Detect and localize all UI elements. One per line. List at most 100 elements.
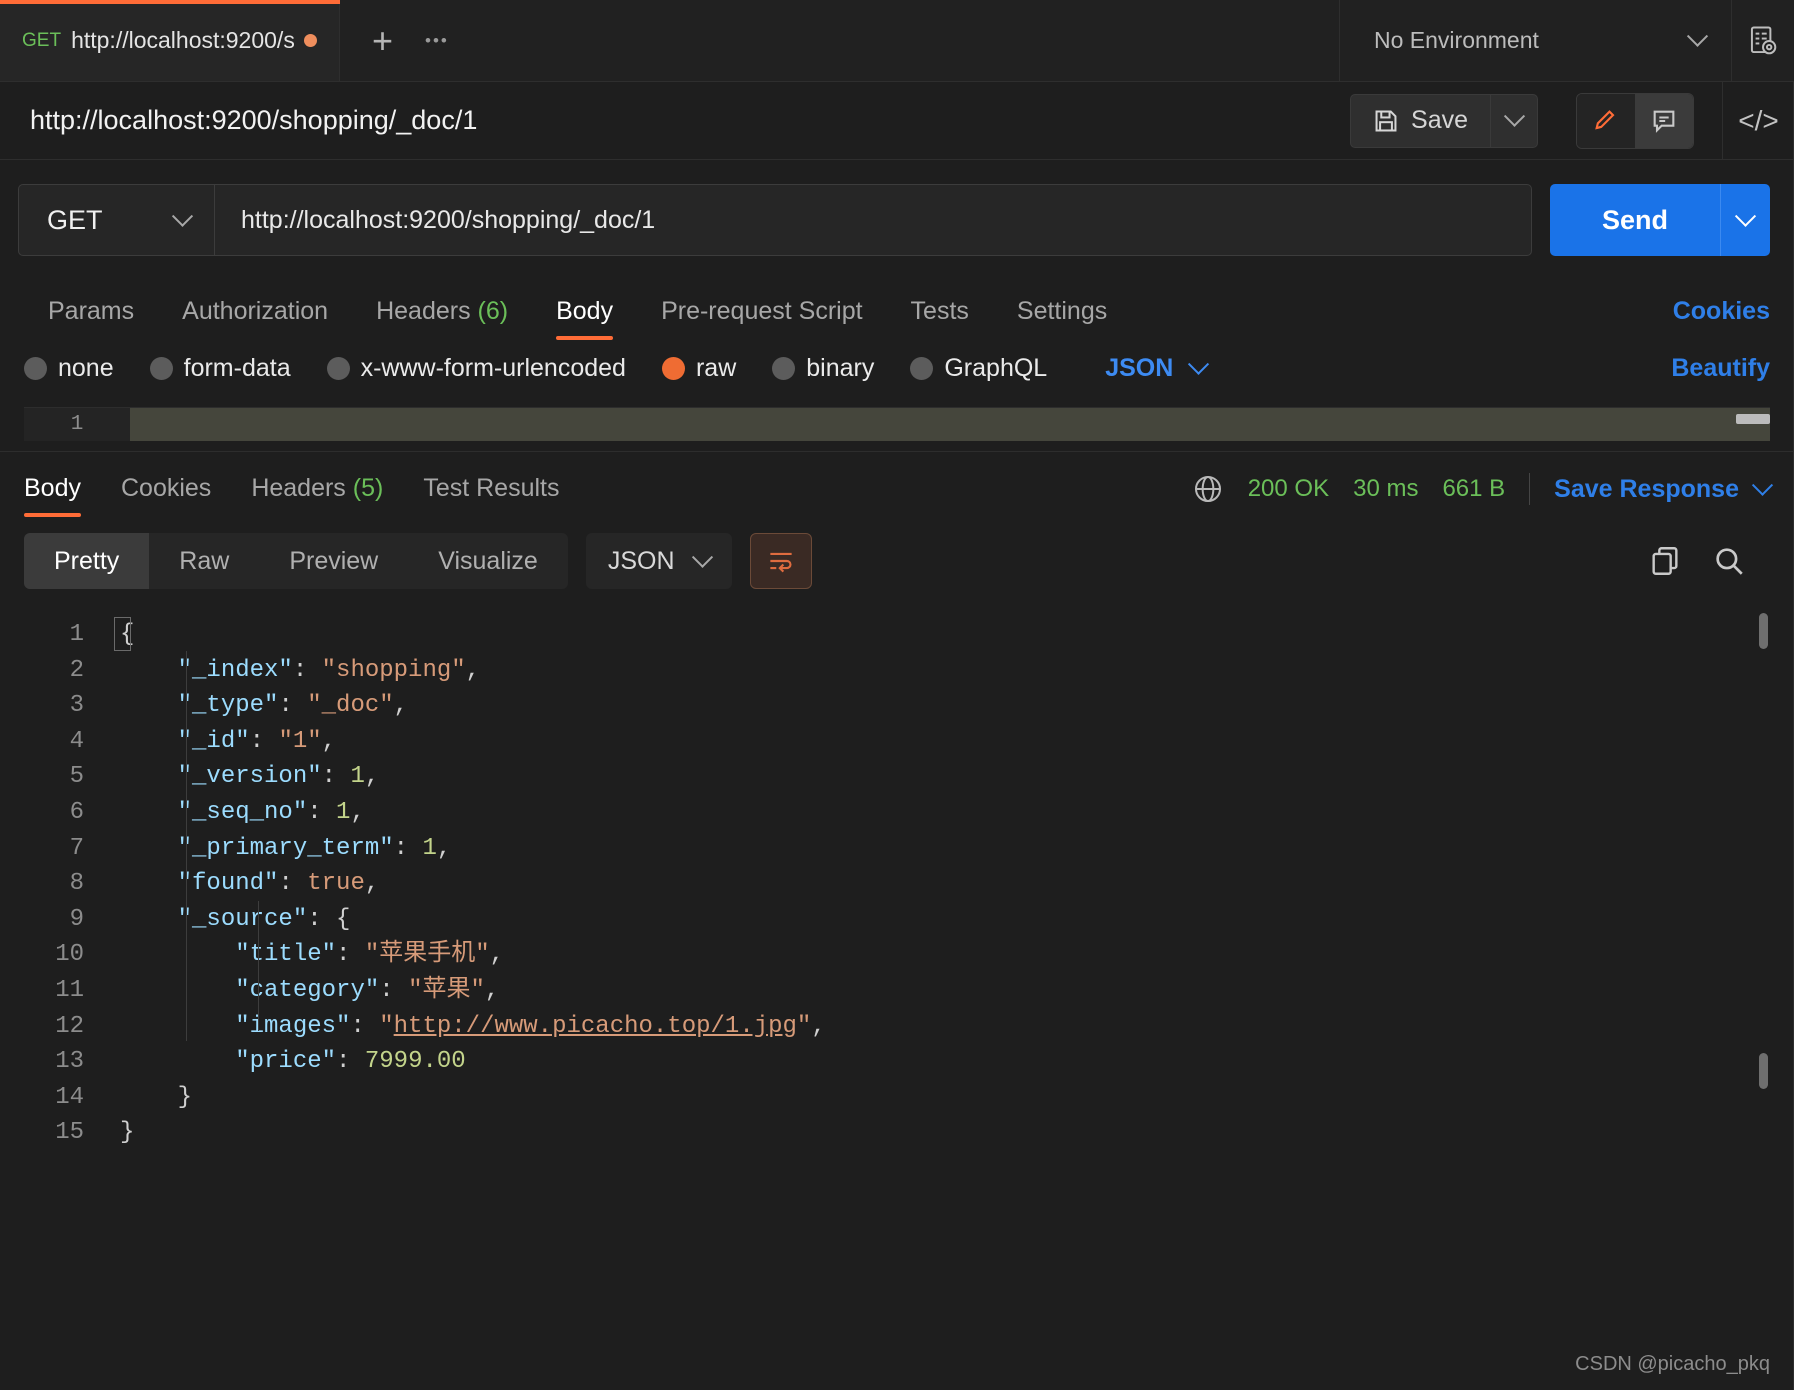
json-value: :	[336, 1048, 365, 1075]
body-type-form-data[interactable]: form-data	[150, 354, 291, 383]
response-tab-cookies[interactable]: Cookies	[101, 474, 231, 517]
json-link[interactable]: http://www.picacho.top/1.jpg	[394, 1013, 797, 1040]
indent-guide	[258, 901, 259, 1031]
json-value: :	[307, 799, 336, 826]
save-response-button[interactable]: Save Response	[1554, 475, 1770, 504]
code-indent	[120, 870, 178, 897]
tab-label: Pre-request Script	[661, 297, 862, 325]
code-fold-marker[interactable]	[114, 617, 131, 651]
url-bar: GET http://localhost:9200/shopping/_doc/…	[0, 160, 1794, 278]
line-number: 10	[0, 937, 84, 973]
json-key: "_source"	[178, 906, 308, 933]
code-line: "_id": "1",	[120, 724, 1794, 760]
json-value: "苹果手机"	[365, 941, 490, 968]
response-format-select[interactable]: JSON	[586, 533, 732, 589]
code-line: }	[120, 1115, 1794, 1151]
beautify-button[interactable]: Beautify	[1671, 354, 1770, 383]
request-body-editor[interactable]: 1	[24, 407, 1770, 441]
vertical-scrollbar-top[interactable]	[1759, 613, 1768, 649]
editor-horizontal-scrollbar[interactable]	[130, 408, 1770, 441]
status-code: 200 OK	[1248, 475, 1329, 503]
url-input[interactable]: http://localhost:9200/shopping/_doc/1	[214, 184, 1532, 256]
request-tab-method: GET	[22, 30, 61, 52]
http-method-select[interactable]: GET	[18, 184, 214, 256]
request-title-bar: http://localhost:9200/shopping/_doc/1 Sa…	[0, 82, 1794, 160]
body-type-none[interactable]: none	[24, 354, 114, 383]
tab-authorization[interactable]: Authorization	[158, 297, 352, 340]
view-raw[interactable]: Raw	[149, 533, 259, 589]
code-line: "found": true,	[120, 866, 1794, 902]
vertical-scrollbar-bottom[interactable]	[1759, 1053, 1768, 1089]
tab-body[interactable]: Body	[532, 297, 637, 340]
environment-label: No Environment	[1374, 27, 1539, 54]
environment-quick-look-button[interactable]	[1732, 0, 1794, 81]
json-key: "_id"	[178, 728, 250, 755]
response-tab-body[interactable]: Body	[24, 474, 101, 517]
tab-params[interactable]: Params	[24, 297, 158, 340]
body-format-select[interactable]: JSON	[1105, 354, 1206, 383]
json-key: "_version"	[178, 763, 322, 790]
json-value: :	[322, 763, 351, 790]
json-key: "price"	[235, 1048, 336, 1075]
edit-request-button[interactable]	[1577, 94, 1635, 148]
body-type-urlencoded[interactable]: x-www-form-urlencoded	[327, 354, 626, 383]
code-indent	[120, 941, 235, 968]
radio-icon	[910, 357, 933, 380]
json-value: ,	[322, 728, 336, 755]
editor-scroll-thumb[interactable]	[1736, 414, 1770, 424]
json-key: "images"	[235, 1013, 350, 1040]
body-type-graphql[interactable]: GraphQL	[910, 354, 1047, 383]
save-button[interactable]: Save	[1350, 94, 1490, 148]
json-value: :	[250, 728, 279, 755]
send-button[interactable]: Send	[1550, 184, 1720, 256]
tab-label: Headers	[251, 474, 346, 502]
json-value: true	[307, 870, 365, 897]
response-header: Body Cookies Headers (5) Test Results 20…	[0, 451, 1794, 517]
request-tab-active[interactable]: GET http://localhost:9200/s	[0, 0, 340, 81]
tab-label: Test Results	[423, 474, 559, 502]
view-preview[interactable]: Preview	[259, 533, 408, 589]
view-visualize[interactable]: Visualize	[408, 533, 568, 589]
tab-settings[interactable]: Settings	[993, 297, 1131, 340]
json-value: 1	[350, 763, 364, 790]
body-type-label: form-data	[184, 354, 291, 383]
code-snippet-button[interactable]: </>	[1722, 82, 1794, 160]
response-body-viewer[interactable]: 123456789101112131415 { "_index": "shopp…	[0, 603, 1794, 1390]
json-code[interactable]: { "_index": "shopping", "_type": "_doc",…	[104, 603, 1794, 1390]
tab-label: Cookies	[121, 474, 211, 502]
edit-comment-toggle	[1576, 93, 1694, 149]
json-value: "苹果"	[408, 977, 485, 1004]
json-value: "	[797, 1013, 811, 1040]
tab-pre-request-script[interactable]: Pre-request Script	[637, 297, 886, 340]
tab-headers[interactable]: Headers (6)	[352, 297, 532, 340]
body-type-binary[interactable]: binary	[772, 354, 874, 383]
postman-window: GET http://localhost:9200/s + ••• No Env…	[0, 0, 1794, 1390]
json-value: 1	[422, 835, 436, 862]
environment-eye-icon	[1748, 25, 1778, 57]
cookies-link[interactable]: Cookies	[1673, 297, 1770, 340]
response-format-value: JSON	[608, 547, 675, 576]
copy-icon[interactable]	[1648, 544, 1682, 578]
line-number: 5	[0, 759, 84, 795]
radio-icon	[150, 357, 173, 380]
tab-label: Body	[556, 297, 613, 325]
tab-options-icon[interactable]: •••	[425, 31, 449, 51]
response-tab-test-results[interactable]: Test Results	[403, 474, 579, 517]
send-options-button[interactable]	[1720, 184, 1770, 256]
search-icon[interactable]	[1712, 544, 1746, 578]
code-indent	[120, 692, 178, 719]
save-options-button[interactable]	[1490, 94, 1538, 148]
tab-label: Body	[24, 474, 81, 502]
response-tab-headers[interactable]: Headers (5)	[231, 474, 403, 517]
body-type-raw[interactable]: raw	[662, 354, 736, 383]
line-number: 15	[0, 1115, 84, 1151]
environment-selector[interactable]: No Environment	[1340, 0, 1732, 81]
code-line: }	[120, 1080, 1794, 1116]
tab-tests[interactable]: Tests	[887, 297, 993, 340]
json-value: }	[120, 1119, 134, 1146]
code-line: "_primary_term": 1,	[120, 831, 1794, 867]
view-pretty[interactable]: Pretty	[24, 533, 149, 589]
new-tab-icon[interactable]: +	[372, 23, 393, 59]
comments-button[interactable]	[1635, 94, 1693, 148]
word-wrap-button[interactable]	[750, 533, 812, 589]
